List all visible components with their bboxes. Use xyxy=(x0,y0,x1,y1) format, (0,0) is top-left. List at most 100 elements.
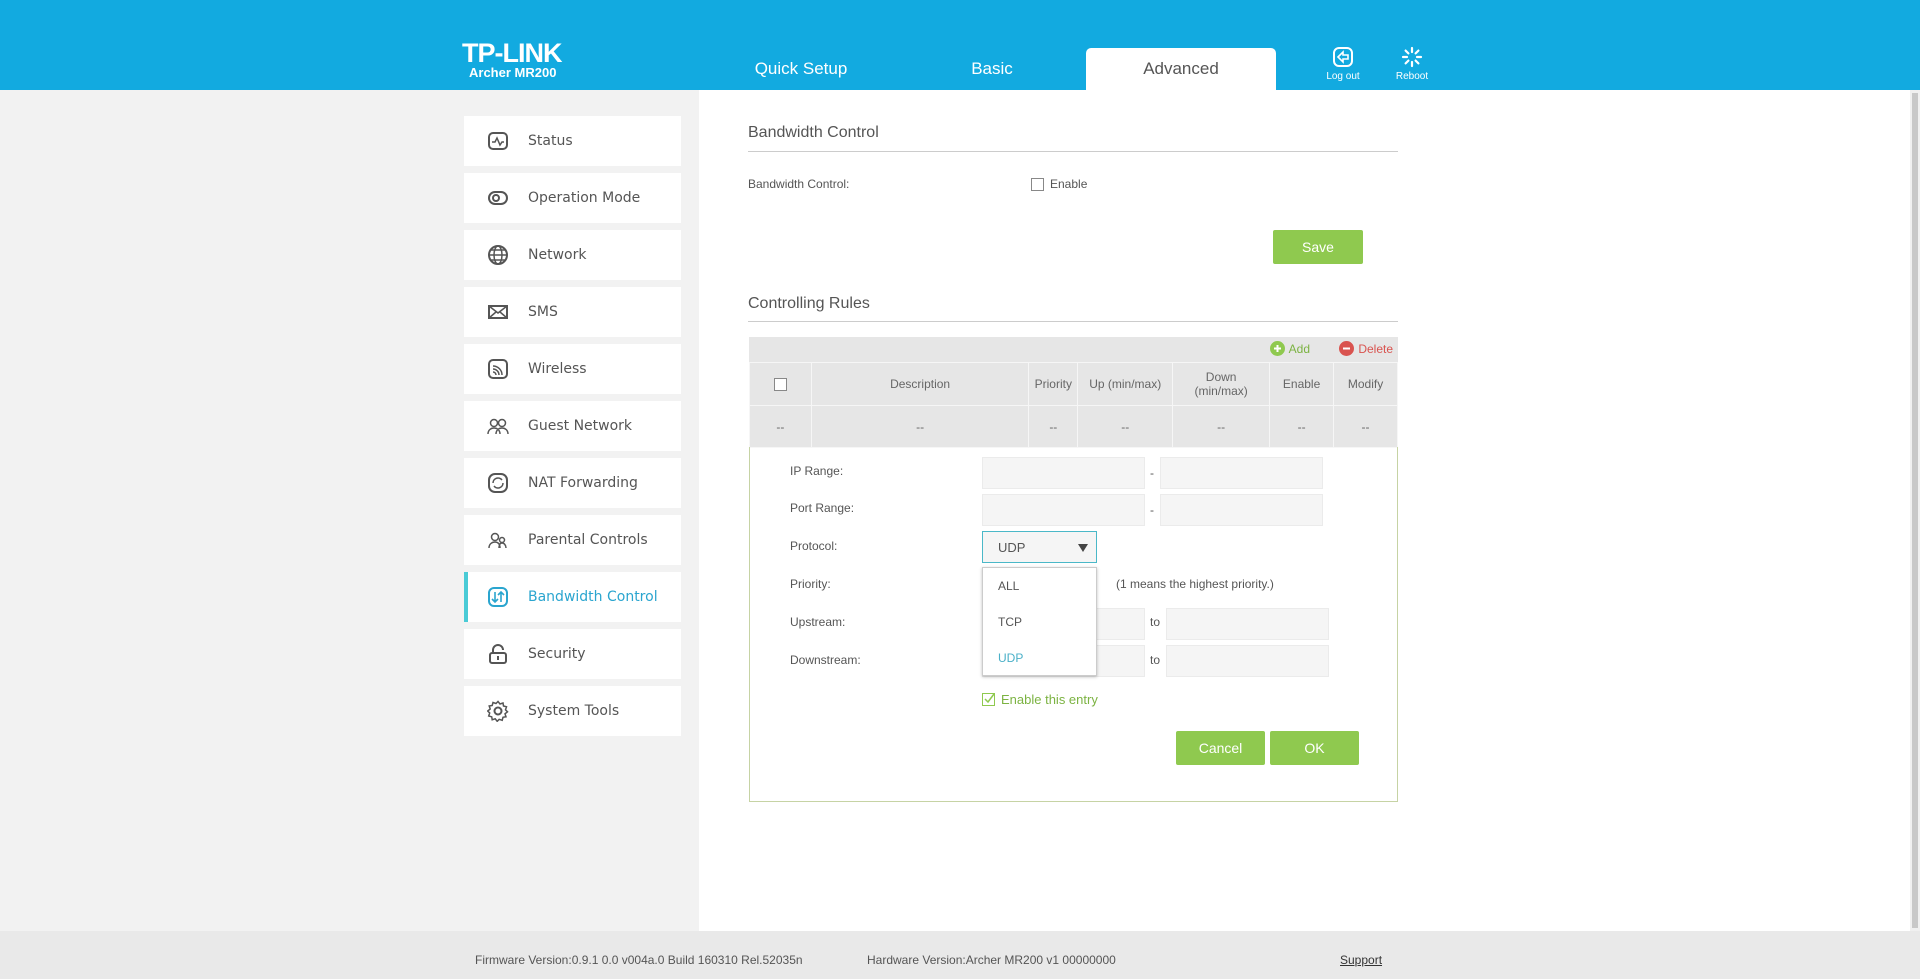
firmware-version: Firmware Version:0.9.1 0.0 v004a.0 Build… xyxy=(475,953,803,967)
rules-table: Description Priority Up (min/max) Down (… xyxy=(749,362,1398,448)
col-modify: Modify xyxy=(1333,362,1398,406)
bandwidth-icon xyxy=(486,585,510,609)
sidebar-item-security[interactable]: Security xyxy=(464,629,681,679)
upstream-label: Upstream: xyxy=(790,615,846,629)
divider xyxy=(748,321,1398,322)
bandwidth-control-label: Bandwidth Control: xyxy=(748,177,850,191)
sidebar-item-parental-controls[interactable]: Parental Controls xyxy=(464,515,681,565)
add-button[interactable]: Add xyxy=(1269,341,1310,356)
table-row: -- -- -- -- -- -- -- xyxy=(749,405,1398,448)
sidebar-item-guest-network[interactable]: Guest Network xyxy=(464,401,681,451)
bandwidth-title: Bandwidth Control xyxy=(748,124,879,141)
header: TP-LINK Archer MR200 Quick Setup Basic A… xyxy=(0,0,1920,90)
col-enable: Enable xyxy=(1269,362,1335,406)
tab-advanced[interactable]: Advanced xyxy=(1086,48,1276,90)
cell: -- xyxy=(810,405,1030,448)
checkbox-checked-icon xyxy=(982,693,995,706)
sidebar-item-label: Parental Controls xyxy=(528,532,648,548)
logout-label: Log out xyxy=(1326,71,1360,82)
sidebar-item-label: SMS xyxy=(528,304,558,320)
col-up: Up (min/max) xyxy=(1077,362,1174,406)
option-udp[interactable]: UDP xyxy=(983,640,1096,676)
add-icon xyxy=(1269,341,1285,356)
protocol-label: Protocol: xyxy=(790,539,838,553)
tab-basic[interactable]: Basic xyxy=(897,48,1087,90)
reboot-icon xyxy=(1401,46,1423,68)
ok-button[interactable]: OK xyxy=(1270,731,1359,765)
port-start-input[interactable] xyxy=(982,494,1145,526)
rules-title: Controlling Rules xyxy=(748,295,870,312)
sidebar-item-label: Status xyxy=(528,133,573,149)
envelope-icon xyxy=(486,300,510,324)
sidebar-item-operation-mode[interactable]: Operation Mode xyxy=(464,173,681,223)
sidebar-item-sms[interactable]: SMS xyxy=(464,287,681,337)
enable-checkbox[interactable] xyxy=(1031,178,1044,191)
ip-start-input[interactable] xyxy=(982,457,1145,489)
ip-range-label: IP Range: xyxy=(790,464,844,478)
protocol-select[interactable]: UDP xyxy=(982,531,1097,563)
operation-mode-icon xyxy=(486,186,510,210)
status-icon xyxy=(486,129,510,153)
option-tcp[interactable]: TCP xyxy=(983,604,1096,640)
priority-label: Priority: xyxy=(790,577,831,591)
port-end-input[interactable] xyxy=(1160,494,1323,526)
option-all[interactable]: ALL xyxy=(983,568,1096,604)
priority-hint: (1 means the highest priority.) xyxy=(1116,577,1274,591)
dash: - xyxy=(1150,503,1154,517)
col-description: Description xyxy=(810,362,1030,406)
sidebar-item-label: Operation Mode xyxy=(528,190,641,206)
hardware-version: Hardware Version:Archer MR200 v1 0000000… xyxy=(867,953,1116,967)
sidebar-item-label: System Tools xyxy=(528,703,620,719)
dash: - xyxy=(1150,466,1154,480)
tab-quick-setup[interactable]: Quick Setup xyxy=(706,48,896,90)
refresh-icon xyxy=(486,471,510,495)
globe-icon xyxy=(486,243,510,267)
delete-button[interactable]: Delete xyxy=(1339,341,1393,356)
support-link[interactable]: Support xyxy=(1340,953,1382,967)
col-down: Down (min/max) xyxy=(1172,362,1271,406)
cell: -- xyxy=(1269,405,1335,448)
downstream-max-input[interactable] xyxy=(1166,645,1329,677)
reboot-label: Reboot xyxy=(1395,71,1429,82)
sidebar-item-wireless[interactable]: Wireless xyxy=(464,344,681,394)
parental-icon xyxy=(486,528,510,552)
protocol-dropdown: ALL TCP UDP xyxy=(982,567,1097,676)
scrollbar-thumb[interactable] xyxy=(1912,93,1918,928)
protocol-value: UDP xyxy=(998,540,1026,555)
upstream-max-input[interactable] xyxy=(1166,608,1329,640)
footer: Firmware Version:0.9.1 0.0 v004a.0 Build… xyxy=(0,931,1920,979)
save-button[interactable]: Save xyxy=(1273,230,1363,264)
sidebar-item-bandwidth-control[interactable]: Bandwidth Control xyxy=(464,572,681,622)
guest-icon xyxy=(486,414,510,438)
sidebar-item-label: NAT Forwarding xyxy=(528,475,638,491)
logout-button[interactable]: Log out xyxy=(1313,46,1373,82)
select-all-cell xyxy=(749,362,812,406)
col-priority: Priority xyxy=(1028,362,1079,406)
enable-entry-checkbox[interactable]: Enable this entry xyxy=(982,692,1098,707)
sidebar-item-system-tools[interactable]: System Tools xyxy=(464,686,681,736)
sidebar-item-label: Wireless xyxy=(528,361,587,377)
gear-icon xyxy=(486,699,510,723)
sidebar-item-label: Security xyxy=(528,646,586,662)
scrollbar[interactable] xyxy=(1910,90,1920,931)
sidebar-item-label: Bandwidth Control xyxy=(528,589,658,605)
to-label: to xyxy=(1150,615,1161,629)
cell: -- xyxy=(1028,405,1079,448)
enable-label: Enable xyxy=(1050,177,1088,191)
downstream-label: Downstream: xyxy=(790,653,861,667)
sidebar-item-network[interactable]: Network xyxy=(464,230,681,280)
cancel-button[interactable]: Cancel xyxy=(1176,731,1265,765)
select-all-checkbox[interactable] xyxy=(773,377,787,391)
sidebar-item-status[interactable]: Status xyxy=(464,116,681,166)
cell: -- xyxy=(1077,405,1174,448)
ip-end-input[interactable] xyxy=(1160,457,1323,489)
chevron-down-icon xyxy=(1078,544,1088,552)
port-range-label: Port Range: xyxy=(790,501,855,515)
reboot-button[interactable]: Reboot xyxy=(1382,46,1442,82)
cell: -- xyxy=(749,405,812,448)
cell: -- xyxy=(1333,405,1398,448)
model-name: Archer MR200 xyxy=(469,65,557,80)
divider xyxy=(748,151,1398,152)
table-header: Description Priority Up (min/max) Down (… xyxy=(749,362,1398,406)
sidebar-item-nat-forwarding[interactable]: NAT Forwarding xyxy=(464,458,681,508)
